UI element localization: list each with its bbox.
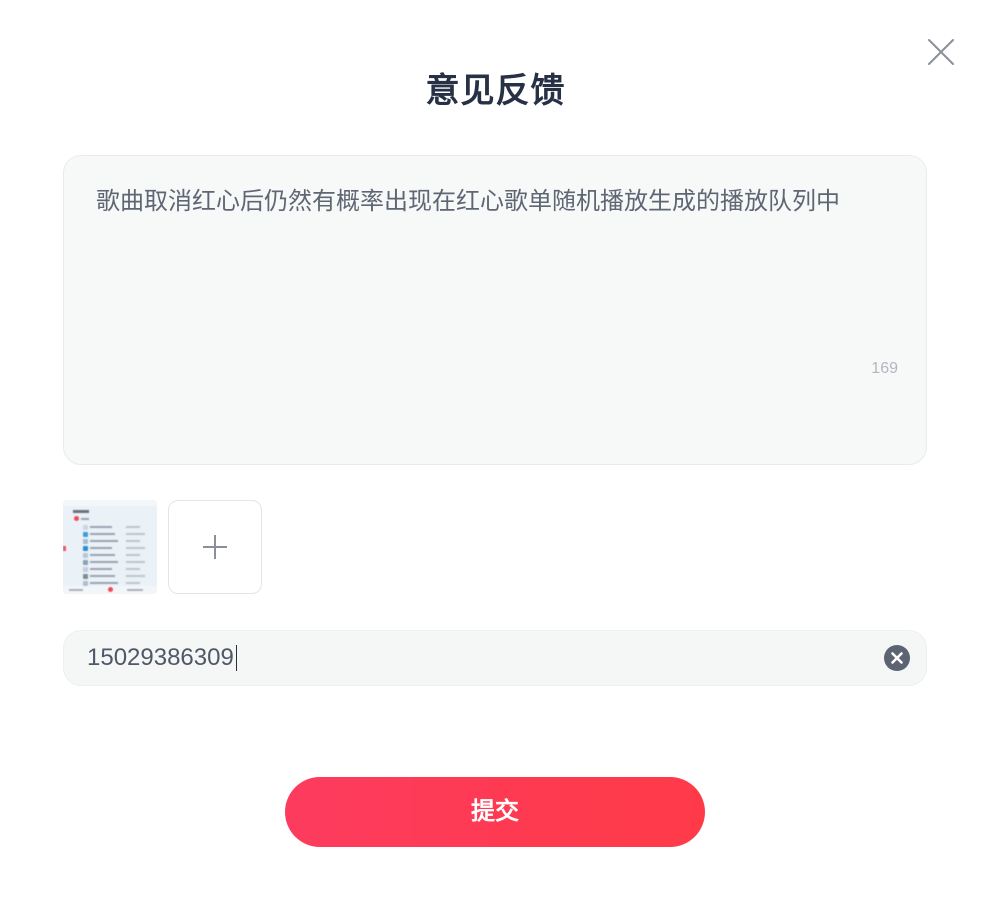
thumbnail-red-dot (74, 516, 79, 521)
thumbnail-topbar (63, 500, 157, 506)
thumbnail-row-icon (83, 525, 88, 530)
thumbnail-row-icon (83, 560, 88, 565)
thumbnail-player-left (69, 589, 83, 591)
thumbnail-row-text (90, 533, 115, 535)
thumbnail-row-text (90, 582, 118, 584)
feedback-textarea-container: 歌曲取消红心后仍然有概率出现在红心歌单随机播放生成的播放队列中 169 (63, 155, 927, 465)
thumbnail-subheading (81, 518, 89, 520)
phone-value: 15029386309 (87, 644, 234, 671)
clear-circle-icon[interactable] (884, 645, 910, 671)
plus-icon (203, 535, 227, 559)
thumbnail-row-meta (126, 540, 140, 542)
thumbnail-play-button (108, 587, 113, 592)
thumbnail-row-text (90, 568, 112, 570)
thumbnail-row-icon (83, 567, 88, 572)
thumbnail-row-icon (83, 553, 88, 558)
thumbnail-row-text (90, 547, 112, 549)
feedback-textarea[interactable]: 歌曲取消红心后仍然有概率出现在红心歌单随机播放生成的播放队列中 (96, 184, 896, 364)
thumbnail-player-right (127, 589, 143, 591)
attachment-thumbnail[interactable] (63, 500, 157, 594)
text-caret (235, 645, 237, 671)
contact-phone-input[interactable]: 15029386309 (63, 630, 927, 686)
thumbnail-row-meta (126, 575, 145, 577)
thumbnail-row-meta (126, 554, 140, 556)
thumbnail-row-meta (126, 547, 145, 549)
thumbnail-row-text (90, 561, 118, 563)
submit-button[interactable]: 提交 (285, 777, 705, 847)
thumbnail-row-meta (126, 568, 140, 570)
thumbnail-row-meta (126, 526, 140, 528)
thumbnail-row-icon (83, 539, 88, 544)
remaining-char-count: 169 (871, 360, 898, 377)
thumbnail-row-meta (126, 561, 145, 563)
close-icon[interactable] (927, 38, 955, 66)
thumbnail-row-text (90, 540, 118, 542)
thumbnail-row-icon (83, 546, 88, 551)
thumbnail-heading (73, 510, 89, 513)
thumbnail-side-mark (63, 546, 66, 551)
add-image-button[interactable] (168, 500, 262, 594)
thumbnail-image (63, 500, 157, 594)
thumbnail-row-meta (126, 533, 145, 535)
thumbnail-row-text (90, 575, 115, 577)
thumbnail-row-icon (83, 574, 88, 579)
thumbnail-row-icon (83, 532, 88, 537)
thumbnail-row-text (90, 554, 115, 556)
thumbnail-row-text (90, 526, 112, 528)
dialog-title: 意见反馈 (425, 72, 566, 110)
feedback-dialog: 意见反馈 歌曲取消红心后仍然有概率出现在红心歌单随机播放生成的播放队列中 169… (0, 0, 991, 912)
thumbnail-row-meta (126, 582, 140, 584)
